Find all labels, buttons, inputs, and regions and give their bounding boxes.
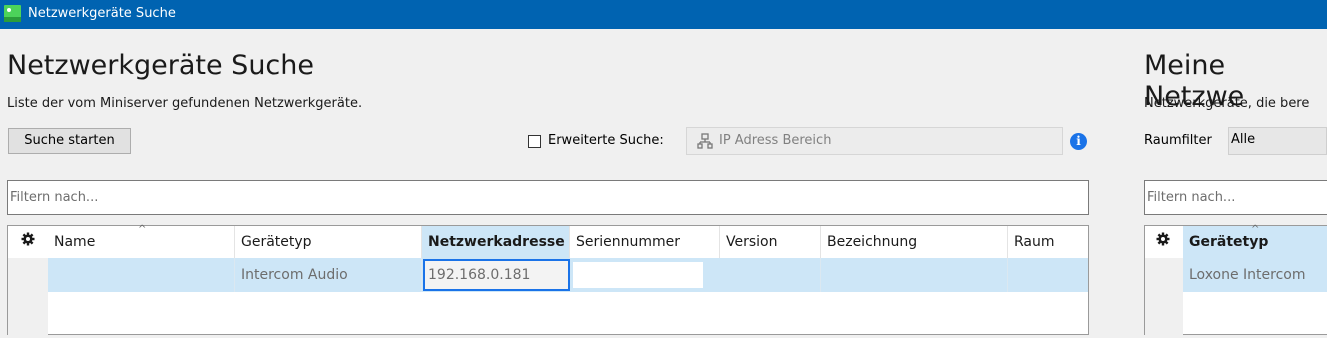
gear-icon[interactable]: [1156, 232, 1170, 250]
right-page-subtitle: Netzwerkgeräte, die bere: [1144, 96, 1310, 111]
ip-range-placeholder: IP Adress Bereich: [719, 133, 832, 148]
cell-type: Intercom Audio: [235, 258, 422, 292]
sort-indicator-icon: ^: [138, 224, 147, 235]
devices-table: Name ^ Gerätetyp Netzwerkadresse Serienn…: [7, 224, 1089, 338]
cell-name: [48, 258, 235, 292]
column-header-room[interactable]: Raum: [1008, 226, 1088, 258]
column-header-type[interactable]: Gerätetyp: [235, 226, 422, 258]
app-icon: [4, 5, 21, 22]
start-search-button[interactable]: Suche starten: [8, 128, 131, 154]
page-title: Netzwerkgeräte Suche: [7, 50, 314, 81]
page-subtitle: Liste der vom Miniserver gefundenen Netz…: [7, 96, 363, 111]
extended-search-label: Erweiterte Suche:: [548, 133, 664, 148]
filter-input[interactable]: Filtern nach...: [7, 180, 1089, 215]
cell-serial[interactable]: [573, 262, 703, 288]
window-title: Netzwerkgeräte Suche: [28, 6, 176, 21]
network-icon: [697, 133, 713, 153]
right-filter-input[interactable]: Filtern nach...: [1144, 180, 1327, 215]
column-header-serial[interactable]: Seriennummer: [570, 226, 720, 258]
table-row[interactable]: Intercom Audio 192.168.0.181: [48, 258, 1088, 292]
cell-address[interactable]: 192.168.0.181: [423, 259, 570, 291]
cell-room: [1008, 258, 1088, 292]
extended-search-checkbox[interactable]: [528, 135, 541, 148]
sort-indicator-icon: ^: [1251, 224, 1260, 235]
cell-label: [821, 258, 1008, 292]
ip-range-input[interactable]: IP Adress Bereich: [686, 127, 1063, 155]
row-header-column: [8, 258, 48, 338]
title-bar: Netzwerkgeräte Suche: [0, 0, 1327, 29]
column-header-address[interactable]: Netzwerkadresse: [422, 226, 570, 258]
column-header-version[interactable]: Version: [720, 226, 821, 258]
column-header-label[interactable]: Bezeichnung: [821, 226, 1008, 258]
table-row[interactable]: Loxone Intercom: [1183, 258, 1327, 292]
cell-type: Loxone Intercom: [1189, 267, 1306, 283]
room-filter-select[interactable]: Alle: [1228, 127, 1327, 155]
cell-version: [720, 258, 821, 292]
my-devices-table: Gerätetyp ^ Loxone Intercom: [1144, 224, 1327, 338]
room-filter-label: Raumfilter: [1144, 133, 1212, 148]
right-row-header-column: [1145, 258, 1183, 338]
info-icon[interactable]: i: [1070, 133, 1087, 150]
gear-icon[interactable]: [21, 232, 35, 250]
